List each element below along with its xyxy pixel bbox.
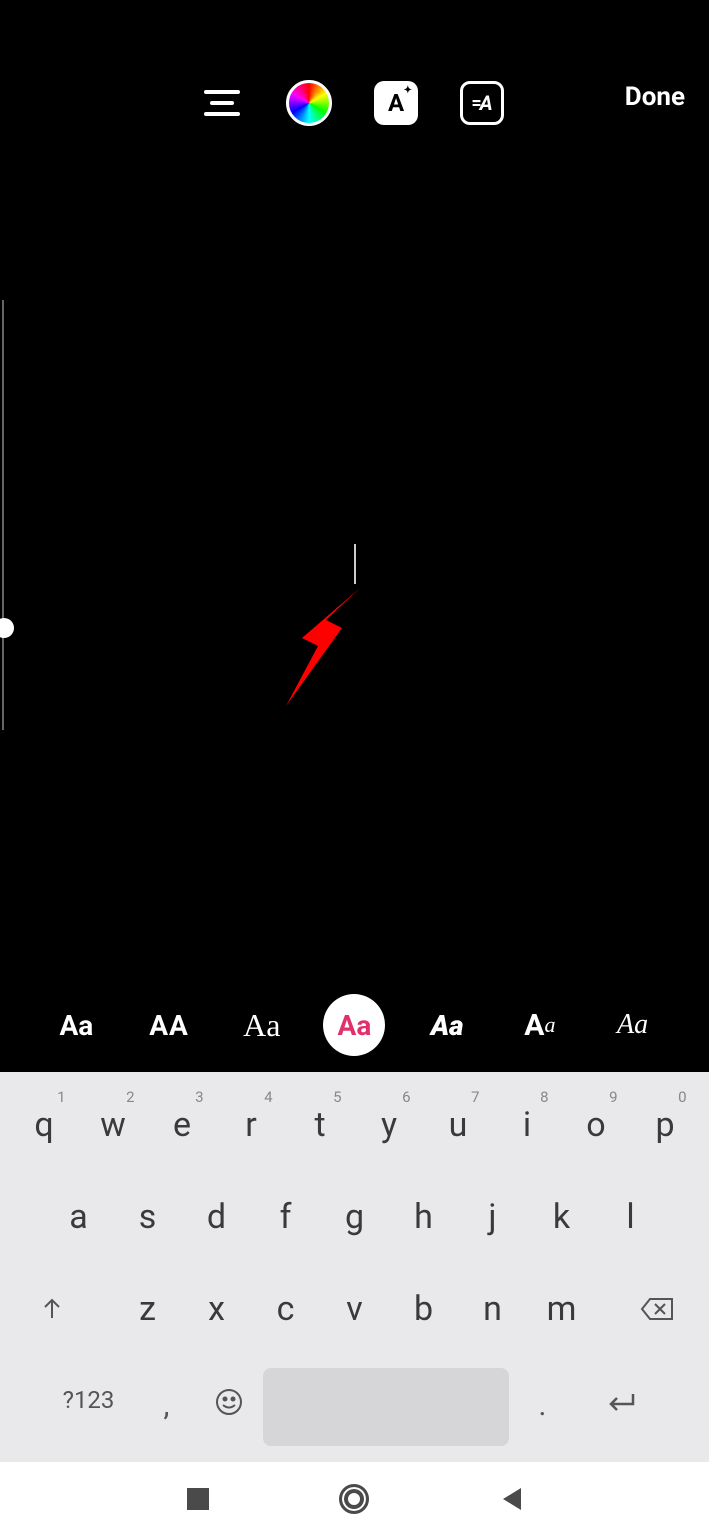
circle-icon xyxy=(339,1484,369,1514)
font-size-slider-thumb[interactable] xyxy=(0,618,14,638)
shift-icon xyxy=(40,1296,64,1322)
key-a[interactable]: a xyxy=(47,1174,110,1260)
key-w[interactable]: w2 xyxy=(82,1082,145,1168)
key-e[interactable]: e3 xyxy=(151,1082,214,1168)
key-o[interactable]: o9 xyxy=(565,1082,628,1168)
key-c[interactable]: c xyxy=(254,1266,317,1352)
enter-icon xyxy=(605,1391,637,1413)
font-option-smallcaps[interactable]: AA xyxy=(138,994,200,1056)
font-option-cursive[interactable]: Aa xyxy=(231,994,293,1056)
font-size-slider-track xyxy=(2,300,4,730)
key-d[interactable]: d xyxy=(185,1174,248,1260)
keyboard-row-bottom: ?123 , . xyxy=(0,1358,709,1446)
text-toolbar: A ✦ =A xyxy=(0,78,709,128)
key-s[interactable]: s xyxy=(116,1174,179,1260)
key-h[interactable]: h xyxy=(392,1174,455,1260)
text-input-cursor[interactable] xyxy=(354,544,356,584)
font-style-picker: Aa AA Aa Aa Aa Aa Aa xyxy=(0,994,709,1056)
font-option-serif-italic[interactable]: Aa xyxy=(602,994,664,1056)
done-button[interactable]: Done xyxy=(625,82,685,112)
key-space[interactable] xyxy=(263,1368,509,1446)
nav-back-button[interactable] xyxy=(491,1479,531,1519)
nav-home-button[interactable] xyxy=(334,1479,374,1519)
text-style-label: A xyxy=(388,89,404,117)
key-enter[interactable] xyxy=(577,1363,665,1441)
sparkle-icon: ✦ xyxy=(404,85,412,96)
key-symbols[interactable]: ?123 xyxy=(45,1363,133,1441)
key-j[interactable]: j xyxy=(461,1174,524,1260)
key-k[interactable]: k xyxy=(530,1174,593,1260)
key-period[interactable]: . xyxy=(515,1363,571,1441)
text-align-button[interactable] xyxy=(200,81,244,125)
font-option-mixed[interactable]: Aa xyxy=(509,994,571,1056)
square-icon xyxy=(187,1488,209,1510)
backspace-icon xyxy=(640,1297,674,1321)
key-n[interactable]: n xyxy=(461,1266,524,1352)
nav-recent-button[interactable] xyxy=(178,1479,218,1519)
keyboard-row-2: a s d f g h j k l xyxy=(0,1174,709,1260)
key-y[interactable]: y6 xyxy=(358,1082,421,1168)
effect-lines-icon: = xyxy=(471,93,477,114)
key-f[interactable]: f xyxy=(254,1174,317,1260)
key-v[interactable]: v xyxy=(323,1266,386,1352)
font-option-bold-italic[interactable]: Aa xyxy=(416,994,478,1056)
key-comma[interactable]: , xyxy=(139,1363,195,1441)
key-g[interactable]: g xyxy=(323,1174,386,1260)
key-x[interactable]: x xyxy=(185,1266,248,1352)
effect-label: A xyxy=(480,91,493,115)
keyboard-row-3: z x c v b n m xyxy=(0,1266,709,1352)
soft-keyboard: q1 w2 e3 r4 t5 y6 u7 i8 o9 p0 a s d f g … xyxy=(0,1072,709,1462)
system-nav-bar xyxy=(0,1462,709,1536)
font-option-classic[interactable]: Aa xyxy=(45,994,107,1056)
key-shift[interactable] xyxy=(11,1266,93,1352)
key-b[interactable]: b xyxy=(392,1266,455,1352)
key-i[interactable]: i8 xyxy=(496,1082,559,1168)
key-l[interactable]: l xyxy=(599,1174,662,1260)
key-m[interactable]: m xyxy=(530,1266,593,1352)
text-effect-button[interactable]: =A xyxy=(460,81,504,125)
key-u[interactable]: u7 xyxy=(427,1082,490,1168)
key-r[interactable]: r4 xyxy=(220,1082,283,1168)
text-style-button[interactable]: A ✦ xyxy=(374,81,418,125)
keyboard-row-1: q1 w2 e3 r4 t5 y6 u7 i8 o9 p0 xyxy=(0,1082,709,1168)
story-text-editor: A ✦ =A Done Aa AA Aa Aa Aa Aa Aa xyxy=(0,0,709,1072)
font-option-modern-selected[interactable]: Aa xyxy=(323,994,385,1056)
emoji-icon xyxy=(214,1387,244,1417)
text-color-button[interactable] xyxy=(286,80,332,126)
key-p[interactable]: p0 xyxy=(634,1082,697,1168)
key-q[interactable]: q1 xyxy=(13,1082,76,1168)
annotation-arrow-icon xyxy=(272,582,372,712)
triangle-icon xyxy=(499,1486,523,1512)
key-backspace[interactable] xyxy=(616,1266,698,1352)
key-t[interactable]: t5 xyxy=(289,1082,352,1168)
key-emoji[interactable] xyxy=(201,1363,257,1441)
key-z[interactable]: z xyxy=(116,1266,179,1352)
